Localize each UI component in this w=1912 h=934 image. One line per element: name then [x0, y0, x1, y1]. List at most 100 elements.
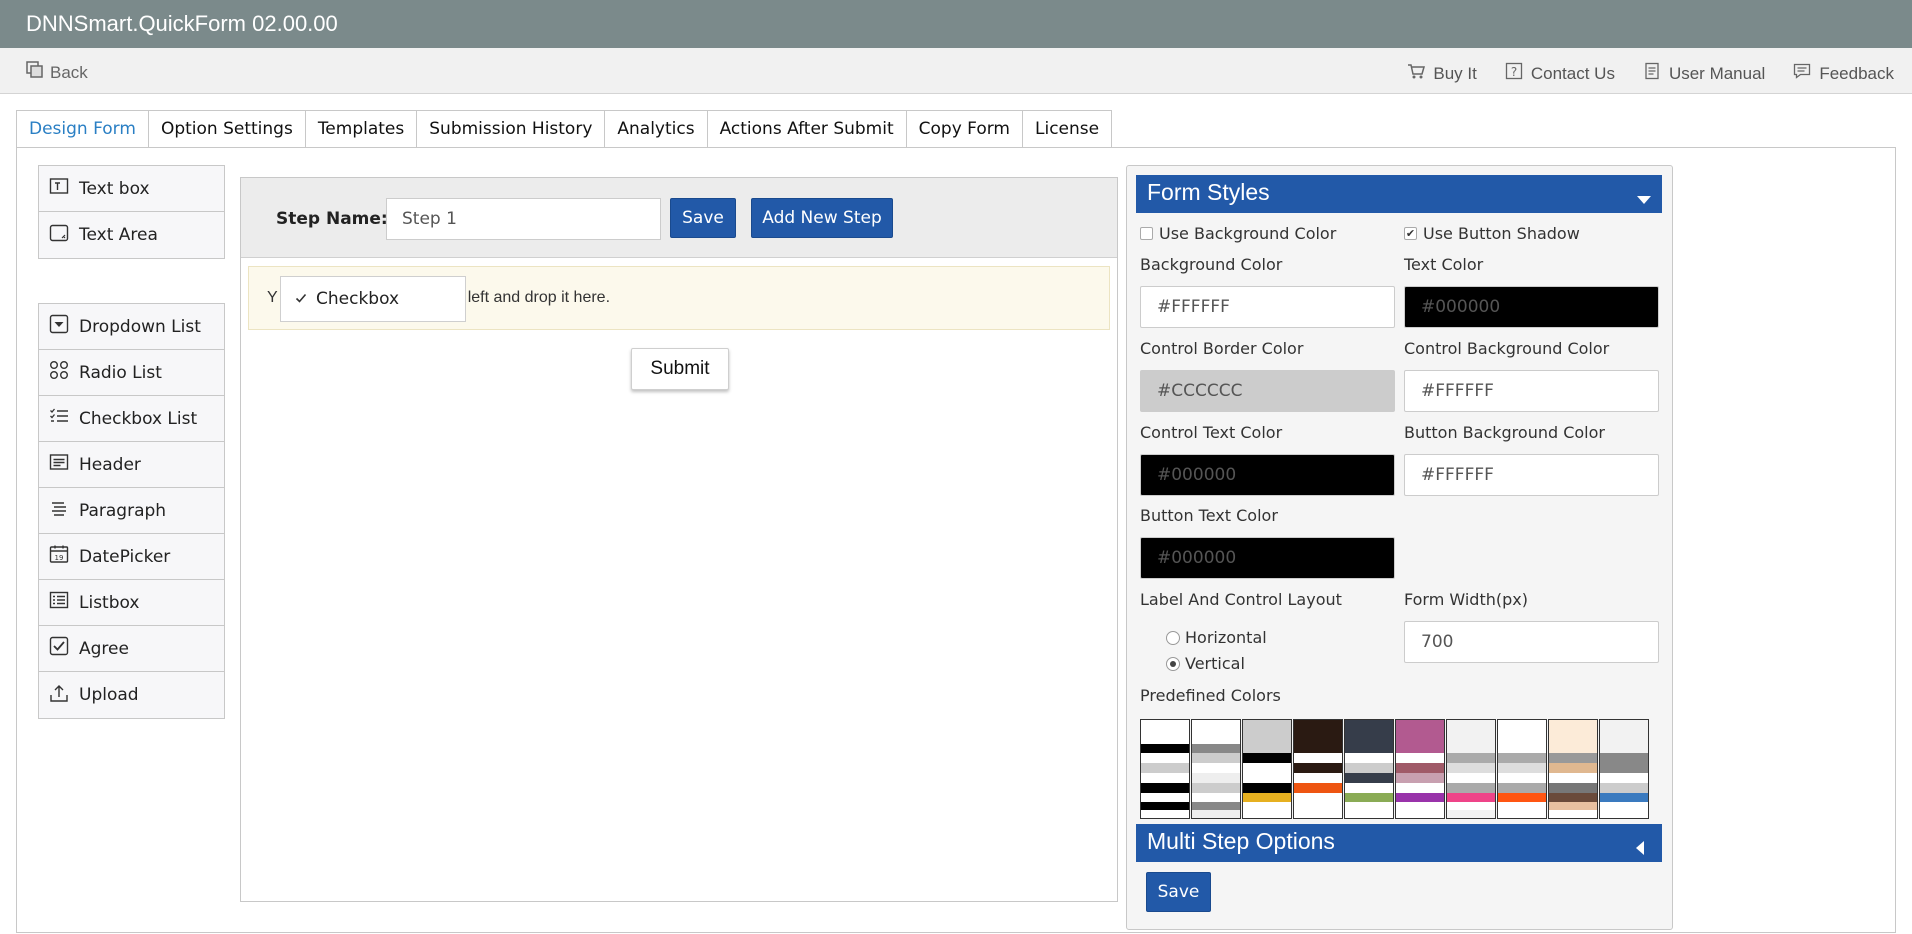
multi-step-title: Multi Step Options [1147, 828, 1335, 854]
color-swatch[interactable] [1344, 719, 1394, 819]
text-color-input[interactable]: #000000 [1404, 286, 1659, 328]
text-area-icon [49, 223, 69, 248]
layout-horizontal-option[interactable]: Horizontal [1166, 628, 1267, 647]
swatch-band [1243, 743, 1291, 754]
palette-label: Text box [79, 178, 150, 199]
swatch-band [1192, 782, 1240, 793]
palette-radio-list[interactable]: Radio List [39, 350, 224, 396]
vertical-label: Vertical [1185, 654, 1245, 673]
use-background-color-option[interactable]: Use Background Color [1140, 224, 1336, 243]
swatch-band [1294, 753, 1342, 764]
swatch-band [1600, 772, 1648, 783]
control-text-color-input[interactable]: #000000 [1140, 454, 1395, 496]
color-swatch[interactable] [1140, 719, 1190, 819]
multi-step-save-button[interactable]: Save [1146, 872, 1211, 912]
color-swatch[interactable] [1242, 719, 1292, 819]
layout-label: Label And Control Layout [1140, 590, 1342, 609]
color-swatch[interactable] [1191, 719, 1241, 819]
layout-vertical-option[interactable]: Vertical [1166, 654, 1245, 673]
user-manual-link[interactable]: User Manual [1643, 62, 1765, 85]
color-swatch[interactable] [1548, 719, 1598, 819]
tab-copy-form[interactable]: Copy Form [905, 110, 1022, 148]
swatch-band [1498, 772, 1546, 783]
palette-upload[interactable]: Upload [39, 672, 224, 718]
button-text-color-input[interactable]: #000000 [1140, 537, 1395, 579]
palette-text-box[interactable]: Text box [39, 166, 224, 212]
form-styles-header[interactable]: Form Styles [1136, 175, 1662, 213]
buy-it-label: Buy It [1433, 63, 1477, 83]
palette-label: Listbox [79, 592, 140, 613]
feedback-label: Feedback [1819, 63, 1894, 83]
swatch-band [1549, 753, 1597, 764]
svg-text:?: ? [1511, 65, 1517, 79]
use-button-shadow-option[interactable]: ✔ Use Button Shadow [1404, 224, 1580, 243]
text-color-label: Text Color [1404, 255, 1484, 274]
palette-agree[interactable]: Agree [39, 626, 224, 672]
swatch-band [1192, 802, 1240, 811]
save-step-button[interactable]: Save [670, 198, 736, 238]
use-btn-shadow-checkbox[interactable]: ✔ [1404, 227, 1417, 240]
color-swatch[interactable] [1446, 719, 1496, 819]
back-button[interactable]: Back [26, 61, 88, 84]
tab-option-settings[interactable]: Option Settings [147, 110, 305, 148]
tab-templates[interactable]: Templates [304, 110, 417, 148]
feedback-link[interactable]: Feedback [1793, 62, 1894, 85]
checkbox-icon [49, 636, 69, 661]
color-swatch[interactable] [1497, 719, 1547, 819]
palette-label: Upload [79, 685, 139, 705]
palette-header[interactable]: Header [39, 442, 224, 488]
button-text-color-label: Button Text Color [1140, 506, 1278, 525]
tab-design-form[interactable]: Design Form [16, 110, 148, 148]
step-name-input[interactable] [386, 198, 661, 240]
palette-paragraph[interactable]: Paragraph [39, 488, 224, 534]
background-color-input[interactable]: #FFFFFF [1140, 286, 1395, 328]
dropdown-icon [49, 314, 69, 339]
palette-dropdown-list[interactable]: Dropdown List [39, 304, 224, 350]
swatch-band [1243, 802, 1291, 811]
palette-checkbox-list[interactable]: Checkbox List [39, 396, 224, 442]
palette-text-area[interactable]: Text Area [39, 212, 224, 258]
palette-label: Agree [79, 638, 129, 659]
swatch-band [1549, 792, 1597, 803]
svg-text:19: 19 [55, 554, 64, 562]
top-toolbar: Back Buy It ? Contact Us User Manual Fee… [0, 48, 1912, 94]
tab-license[interactable]: License [1022, 110, 1113, 148]
dragging-checkbox-item[interactable]: Checkbox [280, 276, 466, 322]
swatch-band [1345, 810, 1393, 818]
drop-hint-start: Y [267, 289, 278, 306]
tab-actions-after-submit[interactable]: Actions After Submit [706, 110, 906, 148]
upload-icon [49, 683, 69, 708]
question-icon: ? [1505, 62, 1523, 85]
checklist-icon [49, 406, 69, 431]
horizontal-radio[interactable] [1166, 630, 1180, 645]
color-swatch[interactable] [1599, 719, 1649, 819]
contact-us-link[interactable]: ? Contact Us [1505, 62, 1615, 85]
swatch-band [1396, 810, 1444, 818]
form-styles-title: Form Styles [1147, 179, 1270, 205]
color-swatch[interactable] [1395, 719, 1445, 819]
color-swatch[interactable] [1293, 719, 1343, 819]
tab-analytics[interactable]: Analytics [604, 110, 707, 148]
submit-button[interactable]: Submit [631, 348, 729, 390]
palette-listbox[interactable]: Listbox [39, 580, 224, 626]
button-background-color-input[interactable]: #FFFFFF [1404, 454, 1659, 496]
swatch-band [1345, 763, 1393, 773]
add-new-step-button[interactable]: Add New Step [751, 198, 893, 238]
swatch-band [1345, 802, 1393, 811]
background-color-label: Background Color [1140, 255, 1283, 274]
tab-submission-history[interactable]: Submission History [416, 110, 605, 148]
buy-it-link[interactable]: Buy It [1407, 62, 1477, 85]
swatch-band [1396, 720, 1444, 744]
app-title-bar: DNNSmart.QuickForm 02.00.00 [0, 0, 1912, 48]
multi-step-options-header[interactable]: Multi Step Options [1136, 824, 1662, 862]
form-width-input[interactable]: 700 [1404, 621, 1659, 663]
control-border-color-label: Control Border Color [1140, 339, 1304, 358]
swatch-band [1294, 743, 1342, 754]
control-border-color-input[interactable]: #CCCCCC [1140, 370, 1395, 412]
vertical-radio[interactable] [1166, 656, 1180, 671]
swatch-band [1498, 782, 1546, 793]
palette-datepicker[interactable]: 19 DatePicker [39, 534, 224, 580]
control-background-color-input[interactable]: #FFFFFF [1404, 370, 1659, 412]
use-bg-color-checkbox[interactable] [1140, 227, 1153, 240]
swatch-band [1345, 743, 1393, 754]
